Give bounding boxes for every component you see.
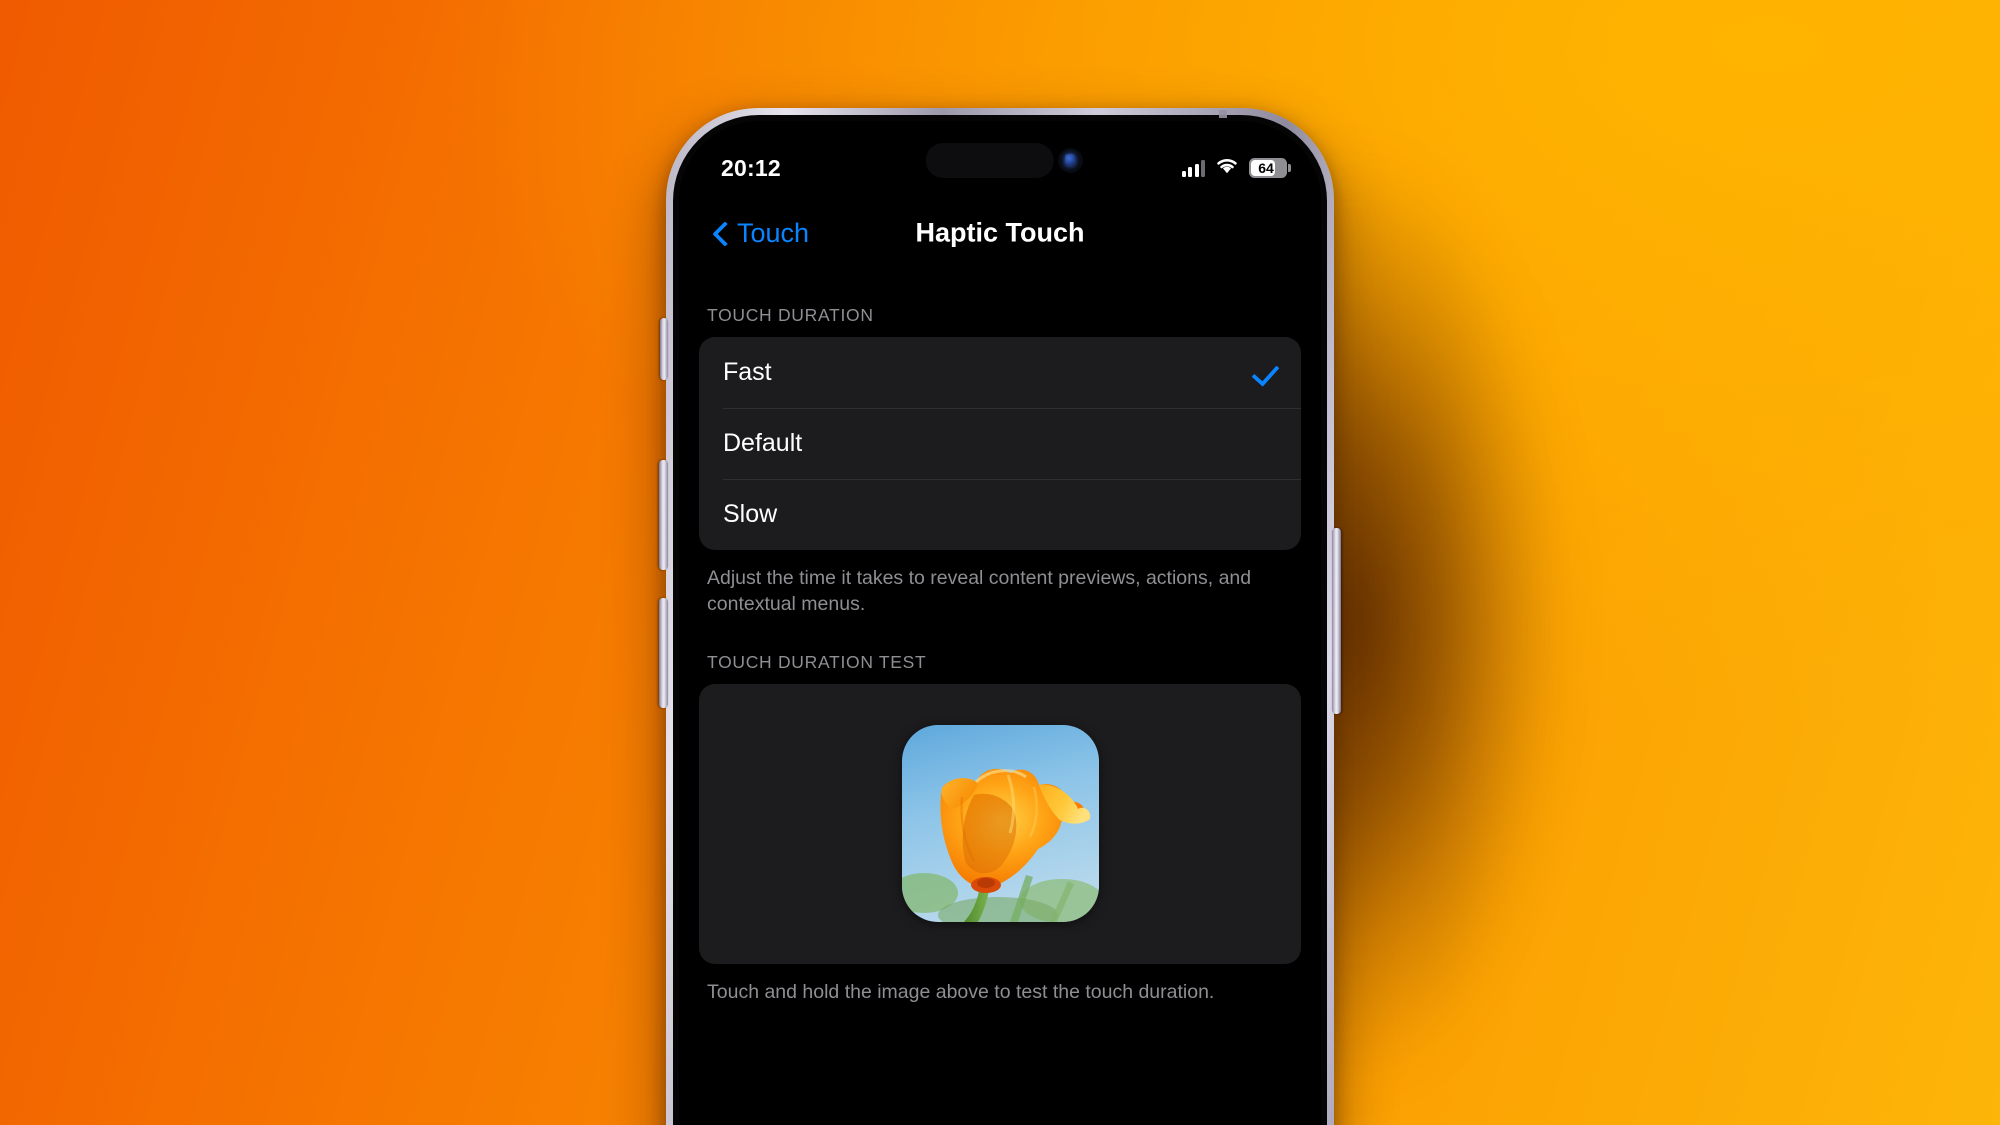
action-button[interactable]: [660, 318, 668, 380]
touch-duration-options-card: Fast Default Slow: [699, 337, 1301, 550]
section-header-touch-duration-test: TOUCH DURATION TEST: [707, 651, 927, 672]
cellular-signal-icon: [1181, 160, 1205, 177]
option-label: Slow: [723, 500, 778, 528]
screenshot-stage: 20:12 64 Touch Haptic Touch TOUCH DURATI…: [0, 0, 2000, 1125]
option-row-fast[interactable]: Fast: [699, 337, 1301, 408]
settings-content: TOUCH DURATION Fast Default Slow Adjust …: [679, 267, 1321, 1125]
battery-percent: 64: [1258, 160, 1274, 176]
phone-screen: 20:12 64 Touch Haptic Touch TOUCH DURATI…: [679, 121, 1321, 1125]
device-drop-shadow: [1300, 140, 1720, 1125]
navigation-bar: Touch Haptic Touch: [679, 201, 1321, 265]
battery-icon: 64: [1249, 158, 1291, 178]
option-row-slow[interactable]: Slow: [699, 479, 1301, 550]
dynamic-island: [925, 143, 1054, 178]
touch-duration-test-card: [699, 683, 1301, 964]
touch-duration-footer: Adjust the time it takes to reveal conte…: [707, 567, 1252, 615]
status-time: 20:12: [721, 154, 781, 181]
iphone-device-frame: 20:12 64 Touch Haptic Touch TOUCH DURATI…: [659, 108, 1341, 1125]
option-label: Fast: [723, 358, 772, 386]
antenna-band-notch: [1219, 110, 1227, 118]
front-camera-icon: [1058, 148, 1083, 173]
section-header-touch-duration: TOUCH DURATION: [707, 305, 874, 325]
page-title: Haptic Touch: [915, 217, 1085, 248]
power-button[interactable]: [1332, 528, 1341, 714]
wifi-icon: [1214, 156, 1240, 180]
status-indicators: 64: [1181, 156, 1291, 180]
option-label: Default: [723, 429, 803, 457]
checkmark-icon: [1249, 358, 1279, 388]
touch-duration-test-footer: Touch and hold the image above to test t…: [707, 980, 1215, 1003]
orange-poppy-flower-thumbnail[interactable]: [901, 725, 1099, 923]
volume-down-button[interactable]: [659, 598, 668, 708]
option-row-default[interactable]: Default: [699, 408, 1301, 479]
volume-up-button[interactable]: [659, 460, 668, 570]
